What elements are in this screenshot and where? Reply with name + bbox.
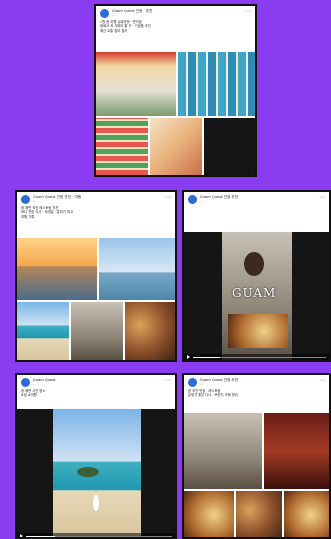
video-progress-fill [26,535,56,537]
more-options-icon[interactable]: ⋯ [319,195,325,201]
post-card-sunset-dining[interactable]: Guam Quest 관광 추천 · 여행 ··· ⋯ 괌 해변 석양 레스토랑… [15,190,177,362]
video-controls[interactable] [184,354,329,360]
more-options-icon[interactable]: ⋯ [319,378,325,384]
post-meta: ··· · [112,13,118,18]
post-photo-storefront[interactable] [96,52,176,116]
post-card-beach-video[interactable]: Guam Quest ··· ⋯ 괌 해변 사진 명소 #괌 #여행 [15,373,177,539]
more-options-icon[interactable]: ⋯ [245,9,251,15]
post-header: Guam Quest 관광 추천 · 여행 ··· ⋯ [17,192,175,205]
avatar[interactable] [188,378,197,387]
post-photo-poster[interactable] [150,118,202,175]
post-photo-shelves[interactable] [178,52,255,116]
post-meta: ··· [200,199,204,204]
post-text-line: 예산·교통 정보 정리 [100,28,128,33]
post-card-restaurants[interactable]: Guam Quest 관광 추천 ··· ⋯ 괌 추천 맛집 · 레스토랑 분위… [182,373,331,539]
post-photo-red-interior[interactable] [264,413,329,489]
post-photo-dining-hall[interactable] [184,413,262,489]
post-text [184,205,329,207]
post-photo-waffles[interactable] [184,491,234,537]
video-frame-food [228,314,288,348]
avatar[interactable] [21,195,30,204]
post-header: Guam Quest 관광 추천 ··· ⋯ [184,192,329,205]
post-header: Guam Quest ··· ⋯ [17,375,175,388]
video-progress-fill [193,356,220,358]
post-photo-dark[interactable] [204,118,255,175]
video-progress-bar[interactable] [26,535,172,537]
post-photo-food[interactable] [125,302,175,360]
more-options-icon[interactable]: ⋯ [165,195,171,201]
post-text: 괌 해변 사진 명소 #괌 #여행 [17,388,175,399]
video-frame-person [244,252,264,276]
post-text: 괌 추천 맛집 · 레스토랑 분위기 좋은 디너 · 브런치 카페 정리 [184,388,329,399]
post-photo-restaurant[interactable] [71,302,123,360]
post-meta: ··· [33,199,37,204]
post-card-guam-video[interactable]: Guam Quest 관광 추천 ··· ⋯ GUAM [182,190,331,362]
post-text-line: 여행 기록 [21,214,35,219]
post-photo-palm-beach[interactable] [17,302,69,360]
post-header: Guam Quest 관광 추천 ··· ⋯ [184,375,329,388]
video-progress-bar[interactable] [193,356,326,358]
post-photo-sunset-view[interactable] [17,238,97,300]
video-frame-island [77,467,99,477]
post-text-line: #괌 #여행 [21,393,37,398]
post-meta: ··· [33,382,37,387]
video-controls[interactable] [17,533,175,537]
post-meta: ··· [200,382,204,387]
more-options-icon[interactable]: ⋯ [165,378,171,384]
post-header: Guam Quest 관광 · 추천 ··· · ⋯ [96,6,255,19]
post-card-supermarket[interactable]: Guam Quest 관광 · 추천 ··· · ⋯ 1월 괌 여행 슈퍼마켓 … [94,4,257,177]
video-player[interactable] [17,409,175,537]
avatar[interactable] [100,9,109,18]
post-text: 괌 해변 석양 레스토랑 추천 바다 전망 식사 · 칵테일 · 분위기 최고 … [17,205,175,220]
video-frame-person [93,495,99,511]
post-photo-dessert[interactable] [284,491,329,537]
post-photo-snacks[interactable] [96,118,148,175]
post-photo-fried-food[interactable] [236,491,282,537]
play-icon[interactable] [20,534,23,537]
post-text: 1월 괌 여행 슈퍼마켓 · 편의점 괌에서 꼭 가봐야 할 곳 · 기념품 추… [96,19,255,34]
avatar[interactable] [21,378,30,387]
avatar[interactable] [188,195,197,204]
post-text-line: 분위기 좋은 디너 · 브런치 카페 정리 [188,393,238,398]
play-icon[interactable] [187,355,190,359]
post-photo-sea-view[interactable] [99,238,175,300]
video-overlay-title: GUAM [232,286,277,300]
video-player[interactable]: GUAM [184,232,329,360]
